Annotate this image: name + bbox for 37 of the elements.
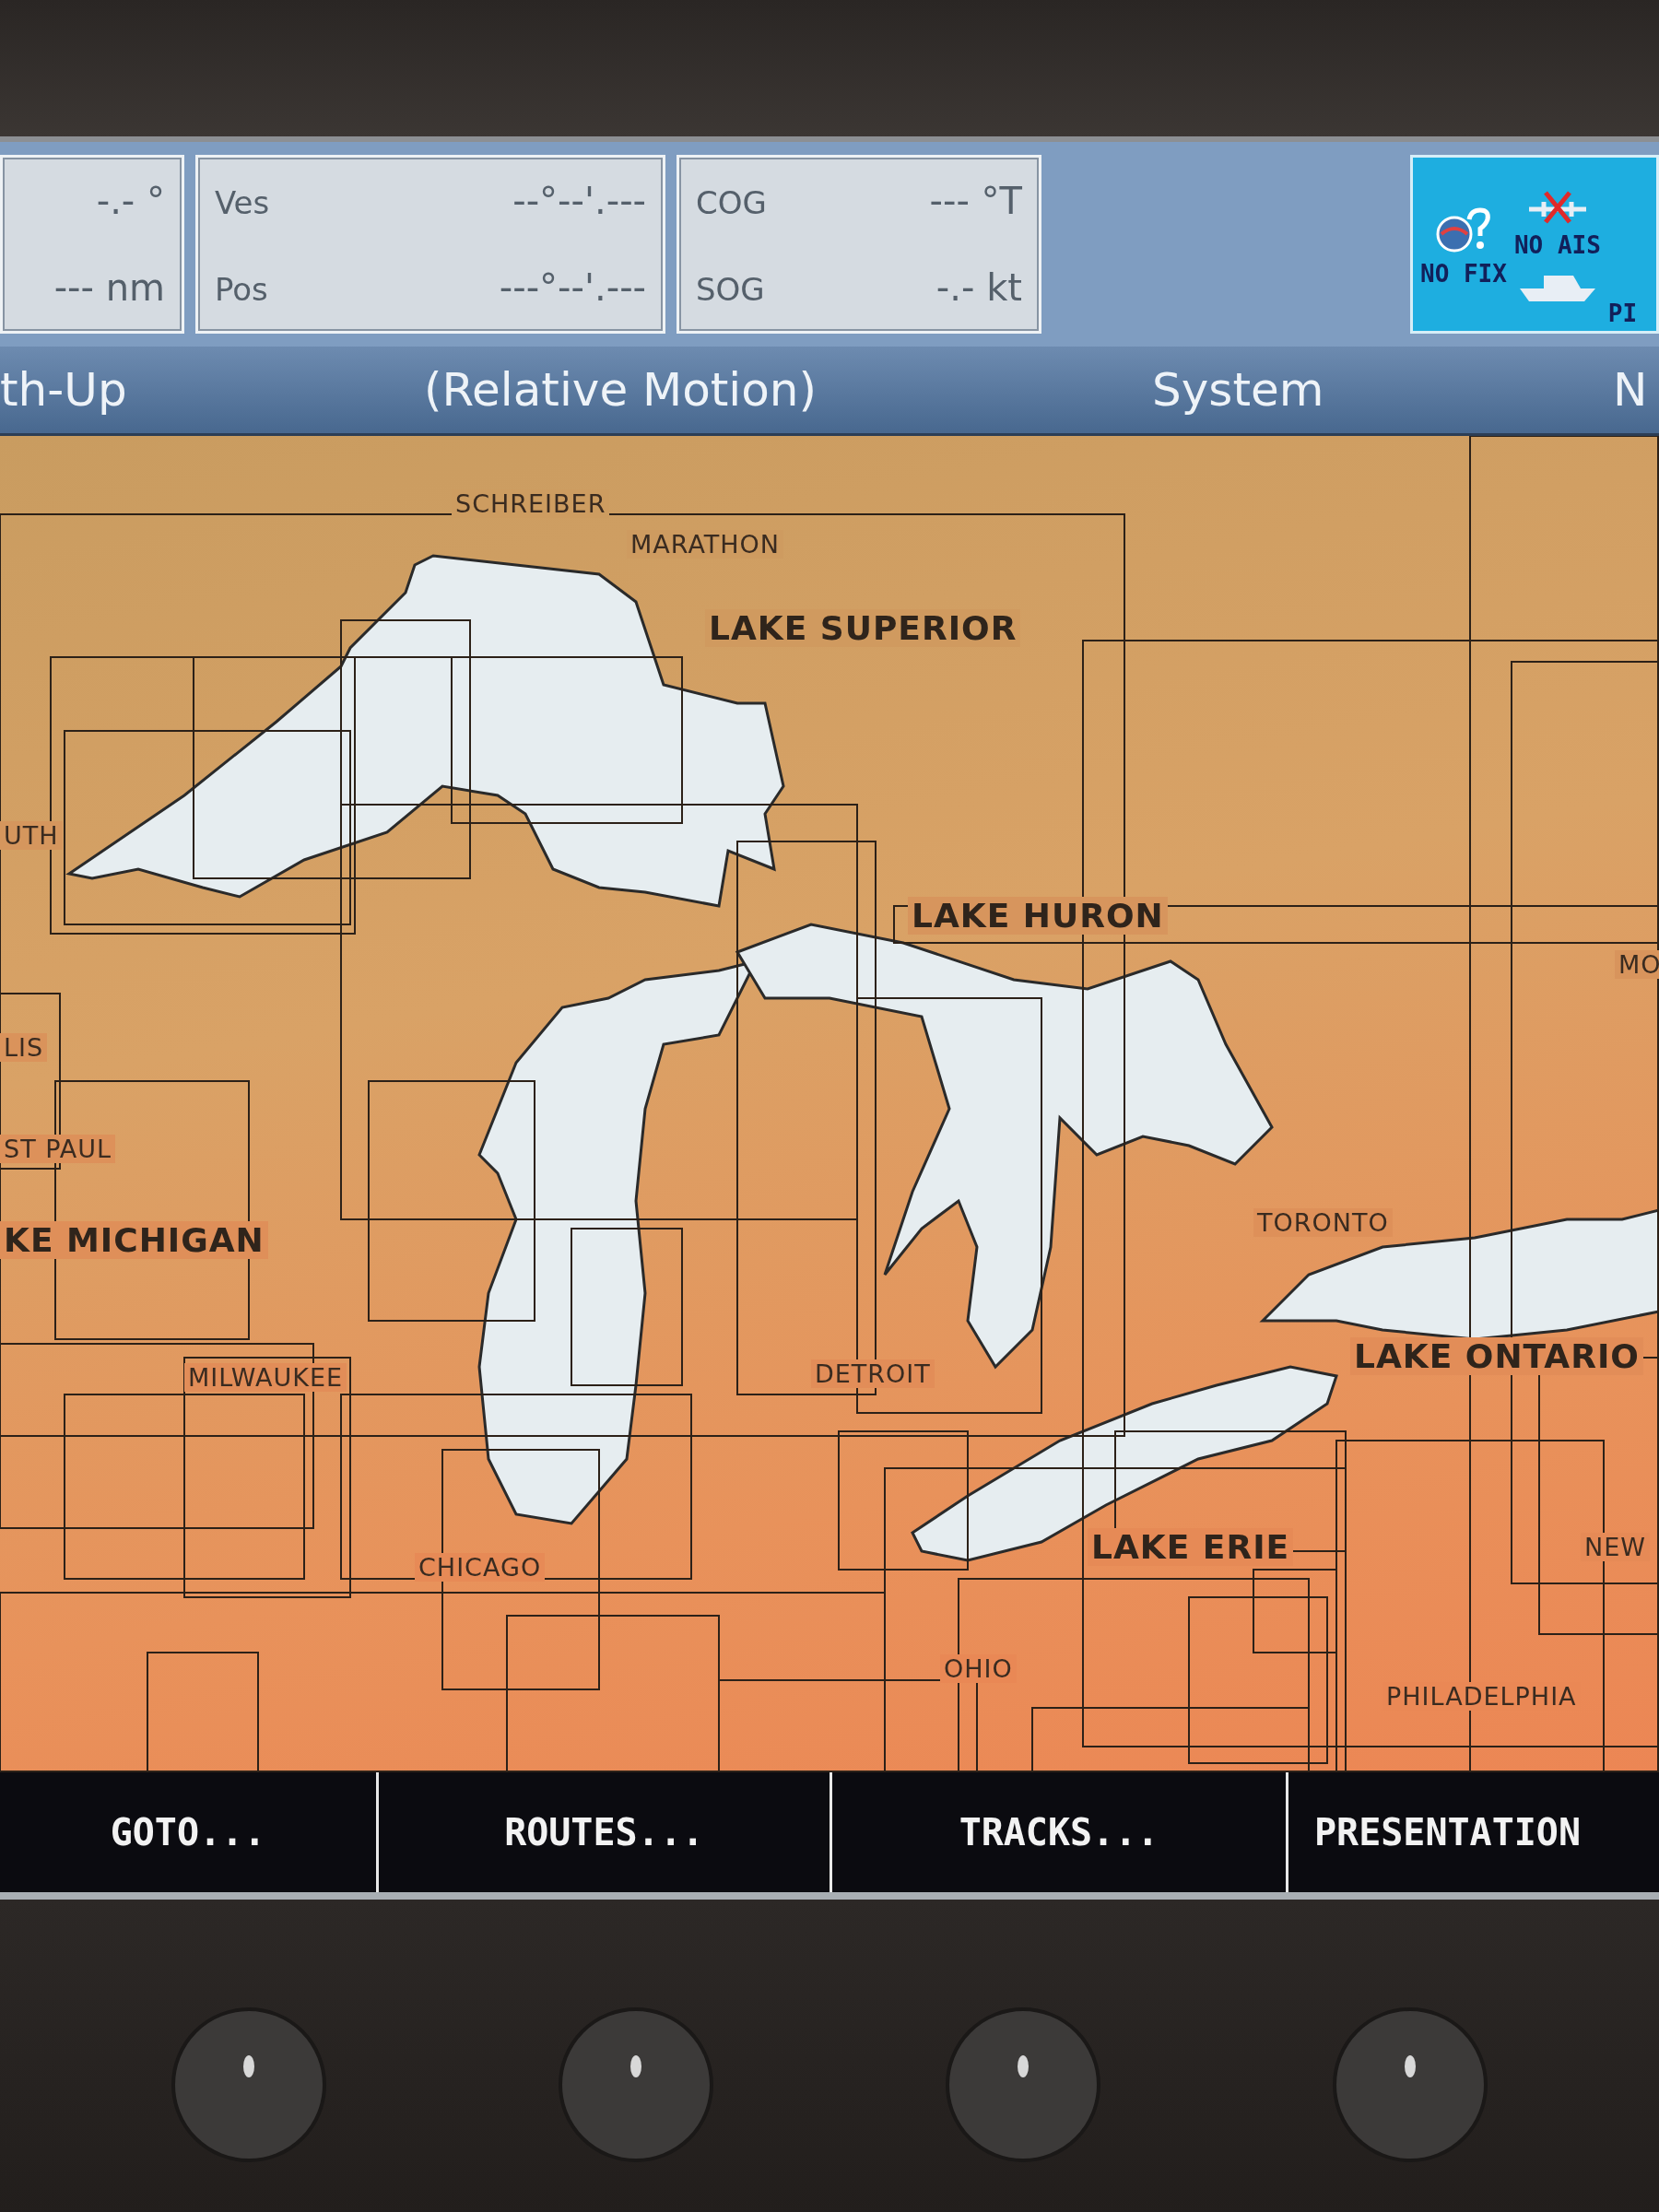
softkey-button[interactable]: GOTO...	[0, 1772, 376, 1892]
gps-status: NO FIX	[1420, 260, 1507, 288]
data-label: SOG	[696, 271, 765, 308]
data-value: -.- °	[96, 180, 165, 222]
mode-label: (Relative Motion)	[424, 363, 818, 417]
lake-label: LAKE ERIE	[1088, 1528, 1294, 1566]
data-value: --- °T	[929, 180, 1022, 222]
data-label: Pos	[215, 271, 268, 308]
lake-label: KE MICHIGAN	[0, 1221, 268, 1259]
place-label: UTH	[0, 821, 63, 850]
place-label: NEW	[1581, 1533, 1650, 1561]
lake-label: LAKE SUPERIOR	[705, 609, 1021, 647]
place-label: MARATHON	[627, 530, 784, 559]
ais-status: NO AIS	[1513, 231, 1601, 259]
place-label: DETROIT	[811, 1359, 935, 1388]
place-label: MILWAUKEE	[184, 1363, 347, 1392]
status-label: PI	[1607, 300, 1638, 327]
place-label: CHICAGO	[415, 1553, 546, 1582]
knob[interactable]	[558, 2006, 714, 2163]
place-label: TORONTO	[1253, 1208, 1393, 1237]
data-label: COG	[696, 184, 767, 221]
place-label: ST PAUL	[0, 1135, 116, 1163]
lake-label: LAKE HURON	[908, 897, 1168, 935]
mode-label: N	[1613, 363, 1649, 417]
data-value: --- nm	[53, 266, 165, 309]
data-value: ---°--'.---	[499, 266, 646, 309]
mode-label: System	[1152, 363, 1325, 417]
mode-label: th-Up	[0, 363, 128, 417]
lake-label: LAKE ONTARIO	[1350, 1337, 1643, 1375]
knob[interactable]	[1332, 2006, 1488, 2163]
data-value: -.- kt	[935, 266, 1022, 309]
knob[interactable]	[945, 2006, 1101, 2163]
data-value: --°--'.---	[512, 180, 646, 222]
knob[interactable]	[171, 2006, 327, 2163]
place-label: OHIO	[940, 1654, 1017, 1683]
data-label: Ves	[215, 184, 270, 221]
place-label: LIS	[0, 1033, 48, 1062]
